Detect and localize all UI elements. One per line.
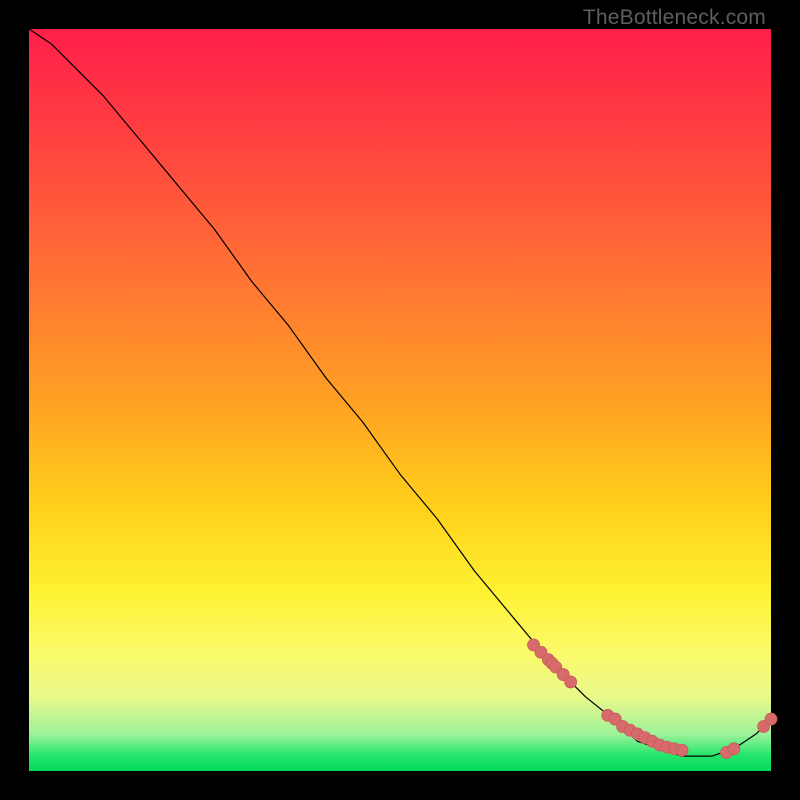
data-point	[676, 744, 688, 756]
chart-svg	[29, 29, 771, 771]
data-point	[728, 743, 740, 755]
plot-area	[29, 29, 771, 771]
chart-frame: TheBottleneck.com	[0, 0, 800, 800]
bottleneck-curve	[29, 29, 771, 756]
data-point	[765, 713, 777, 725]
watermark-text: TheBottleneck.com	[583, 6, 766, 30]
cluster-points	[528, 639, 777, 759]
data-point	[565, 676, 577, 688]
